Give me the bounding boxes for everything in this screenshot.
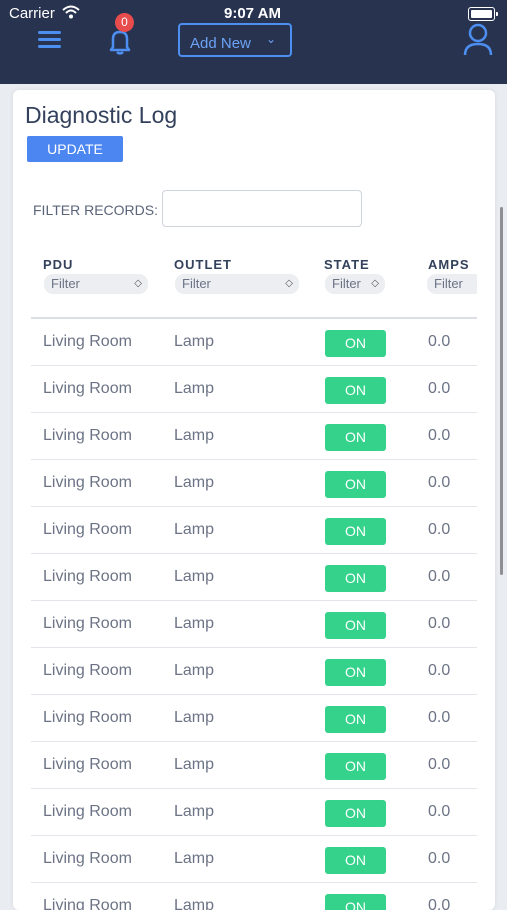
state-badge[interactable]: ON: [325, 424, 386, 451]
pdu-cell: Living Room: [43, 333, 132, 350]
filter-records-input[interactable]: [162, 190, 362, 227]
state-badge[interactable]: ON: [325, 471, 386, 498]
scrollbar[interactable]: [500, 207, 503, 575]
pdu-filter-value: Filter: [51, 276, 80, 291]
amps-cell: 0.0: [428, 709, 451, 726]
outlet-cell: Lamp: [174, 709, 215, 726]
table-row[interactable]: Living Room Lamp ON 0.0: [31, 413, 477, 460]
pdu-cell: Living Room: [43, 615, 132, 632]
amps-cell: 0.0: [428, 568, 451, 585]
outlet-cell: Lamp: [174, 615, 215, 632]
column-header-outlet[interactable]: OUTLET: [174, 257, 232, 272]
update-button[interactable]: UPDATE: [27, 136, 123, 162]
state-filter-select[interactable]: Filter ◇: [325, 274, 385, 294]
amps-cell: 0.0: [428, 333, 451, 350]
user-profile-icon[interactable]: [461, 22, 495, 58]
table-row[interactable]: Living Room Lamp ON 0.0: [31, 742, 477, 789]
outlet-cell: Lamp: [174, 897, 215, 910]
table-row[interactable]: Living Room Lamp ON 0.0: [31, 836, 477, 883]
amps-filter-value: Filter: [434, 276, 463, 291]
pdu-filter-select[interactable]: Filter ◇: [44, 274, 148, 294]
amps-cell: 0.0: [428, 897, 451, 910]
pdu-cell: Living Room: [43, 521, 132, 538]
amps-cell: 0.0: [428, 803, 451, 820]
state-badge[interactable]: ON: [325, 377, 386, 404]
outlet-cell: Lamp: [174, 568, 215, 585]
outlet-cell: Lamp: [174, 803, 215, 820]
filter-records-label: FILTER RECORDS:: [33, 202, 158, 218]
amps-cell: 0.0: [428, 615, 451, 632]
table-row[interactable]: Living Room Lamp ON 0.0: [31, 601, 477, 648]
diagnostic-log-card: Diagnostic Log UPDATE FILTER RECORDS: PD…: [13, 90, 495, 910]
carrier-label: Carrier: [9, 5, 55, 22]
status-time: 9:07 AM: [224, 5, 281, 22]
amps-cell: 0.0: [428, 521, 451, 538]
amps-cell: 0.0: [428, 474, 451, 491]
state-badge[interactable]: ON: [325, 847, 386, 874]
pdu-cell: Living Room: [43, 850, 132, 867]
pdu-cell: Living Room: [43, 380, 132, 397]
table-row[interactable]: Living Room Lamp ON 0.0: [31, 366, 477, 413]
state-badge[interactable]: ON: [325, 612, 386, 639]
amps-filter-select[interactable]: Filter: [427, 274, 477, 294]
outlet-cell: Lamp: [174, 333, 215, 350]
outlet-cell: Lamp: [174, 380, 215, 397]
amps-cell: 0.0: [428, 427, 451, 444]
outlet-cell: Lamp: [174, 850, 215, 867]
amps-cell: 0.0: [428, 850, 451, 867]
table-row[interactable]: Living Room Lamp ON 0.0: [31, 695, 477, 742]
select-arrows-icon: ◇: [371, 278, 379, 289]
battery-icon: [468, 7, 498, 21]
outlet-cell: Lamp: [174, 662, 215, 679]
pdu-cell: Living Room: [43, 662, 132, 679]
state-badge[interactable]: ON: [325, 753, 386, 780]
state-badge[interactable]: ON: [325, 518, 386, 545]
pdu-cell: Living Room: [43, 803, 132, 820]
pdu-cell: Living Room: [43, 427, 132, 444]
outlet-filter-value: Filter: [182, 276, 211, 291]
table-row[interactable]: Living Room Lamp ON 0.0: [31, 883, 477, 910]
state-badge[interactable]: ON: [325, 894, 386, 910]
pdu-cell: Living Room: [43, 897, 132, 910]
chevron-down-icon: ⌄: [265, 32, 276, 46]
outlet-filter-select[interactable]: Filter ◇: [175, 274, 299, 294]
notification-badge: 0: [115, 13, 134, 32]
state-filter-value: Filter: [332, 276, 361, 291]
state-badge[interactable]: ON: [325, 565, 386, 592]
table-row[interactable]: Living Room Lamp ON 0.0: [31, 554, 477, 601]
select-arrows-icon: ◇: [285, 278, 293, 289]
outlet-cell: Lamp: [174, 474, 215, 491]
outlet-cell: Lamp: [174, 756, 215, 773]
table-row[interactable]: Living Room Lamp ON 0.0: [31, 507, 477, 554]
wifi-icon: [62, 5, 80, 23]
add-new-dropdown[interactable]: Add New ⌄: [178, 23, 292, 57]
outlet-cell: Lamp: [174, 521, 215, 538]
pdu-cell: Living Room: [43, 756, 132, 773]
table-row[interactable]: Living Room Lamp ON 0.0: [31, 460, 477, 507]
amps-cell: 0.0: [428, 380, 451, 397]
column-header-amps[interactable]: AMPS: [428, 257, 470, 272]
state-badge[interactable]: ON: [325, 659, 386, 686]
page-title: Diagnostic Log: [25, 102, 178, 128]
column-header-pdu[interactable]: PDU: [43, 257, 73, 272]
state-badge[interactable]: ON: [325, 330, 386, 357]
amps-cell: 0.0: [428, 756, 451, 773]
app-header: Carrier 9:07 AM 0 Add New ⌄: [0, 0, 507, 84]
table-row[interactable]: Living Room Lamp ON 0.0: [31, 648, 477, 695]
table-row[interactable]: Living Room Lamp ON 0.0: [31, 789, 477, 836]
column-header-state[interactable]: STATE: [324, 257, 370, 272]
outlet-cell: Lamp: [174, 427, 215, 444]
select-arrows-icon: ◇: [134, 278, 142, 289]
table-row[interactable]: Living Room Lamp ON 0.0: [31, 319, 477, 366]
pdu-cell: Living Room: [43, 568, 132, 585]
state-badge[interactable]: ON: [325, 800, 386, 827]
amps-cell: 0.0: [428, 662, 451, 679]
state-badge[interactable]: ON: [325, 706, 386, 733]
pdu-cell: Living Room: [43, 474, 132, 491]
pdu-cell: Living Room: [43, 709, 132, 726]
hamburger-menu-icon[interactable]: [36, 28, 64, 52]
add-new-label: Add New: [190, 35, 251, 52]
diagnostic-table-body: Living Room Lamp ON 0.0 Living Room Lamp ON 0.0…: [31, 317, 477, 910]
